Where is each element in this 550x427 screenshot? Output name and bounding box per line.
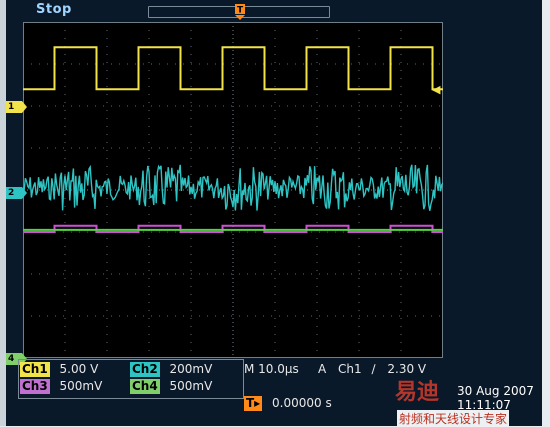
trigger-source: Ch1 bbox=[338, 362, 362, 376]
timebase-readout[interactable]: M 10.0µs bbox=[244, 362, 299, 377]
trigger-source-prefix: A bbox=[318, 362, 327, 376]
date-readout: 30 Aug 2007 bbox=[457, 384, 534, 398]
oscilloscope-screen: Stop T T 1 2 4 ◀ Ch1 5.00 V Ch2 200mV M … bbox=[0, 0, 550, 427]
trigger-position-icon: T▸ bbox=[244, 396, 263, 411]
svg-text:T: T bbox=[237, 6, 244, 16]
timebase-value: M 10.0µs bbox=[244, 362, 299, 376]
watermark-tagline: 射频和天线设计专家 bbox=[397, 410, 510, 427]
trigger-position-readout[interactable]: T▸ 0.00000 s bbox=[244, 396, 332, 411]
ch2-trace bbox=[23, 164, 443, 211]
ch1-ground-marker[interactable]: 1 bbox=[6, 101, 27, 113]
channel-readout-box bbox=[18, 359, 244, 399]
trigger-position-icon: T T bbox=[234, 4, 246, 34]
watermark-logo: 易迪 bbox=[395, 379, 440, 405]
ch3-trace bbox=[23, 224, 443, 233]
watermark: 易迪 30 Aug 2007 11:11:07 射频和天线设计专家 bbox=[395, 370, 545, 427]
right-bezel bbox=[542, 0, 550, 426]
trigger-slope-icon: ∕ bbox=[371, 362, 376, 376]
trigger-level-icon[interactable]: ◀ bbox=[432, 83, 440, 96]
acquisition-state: Stop bbox=[36, 2, 72, 17]
status-bar: Stop T T bbox=[6, 0, 542, 34]
trigger-position-value: 0.00000 s bbox=[272, 396, 332, 410]
waveform-display bbox=[23, 22, 443, 358]
ch2-ground-marker[interactable]: 2 bbox=[6, 187, 27, 199]
